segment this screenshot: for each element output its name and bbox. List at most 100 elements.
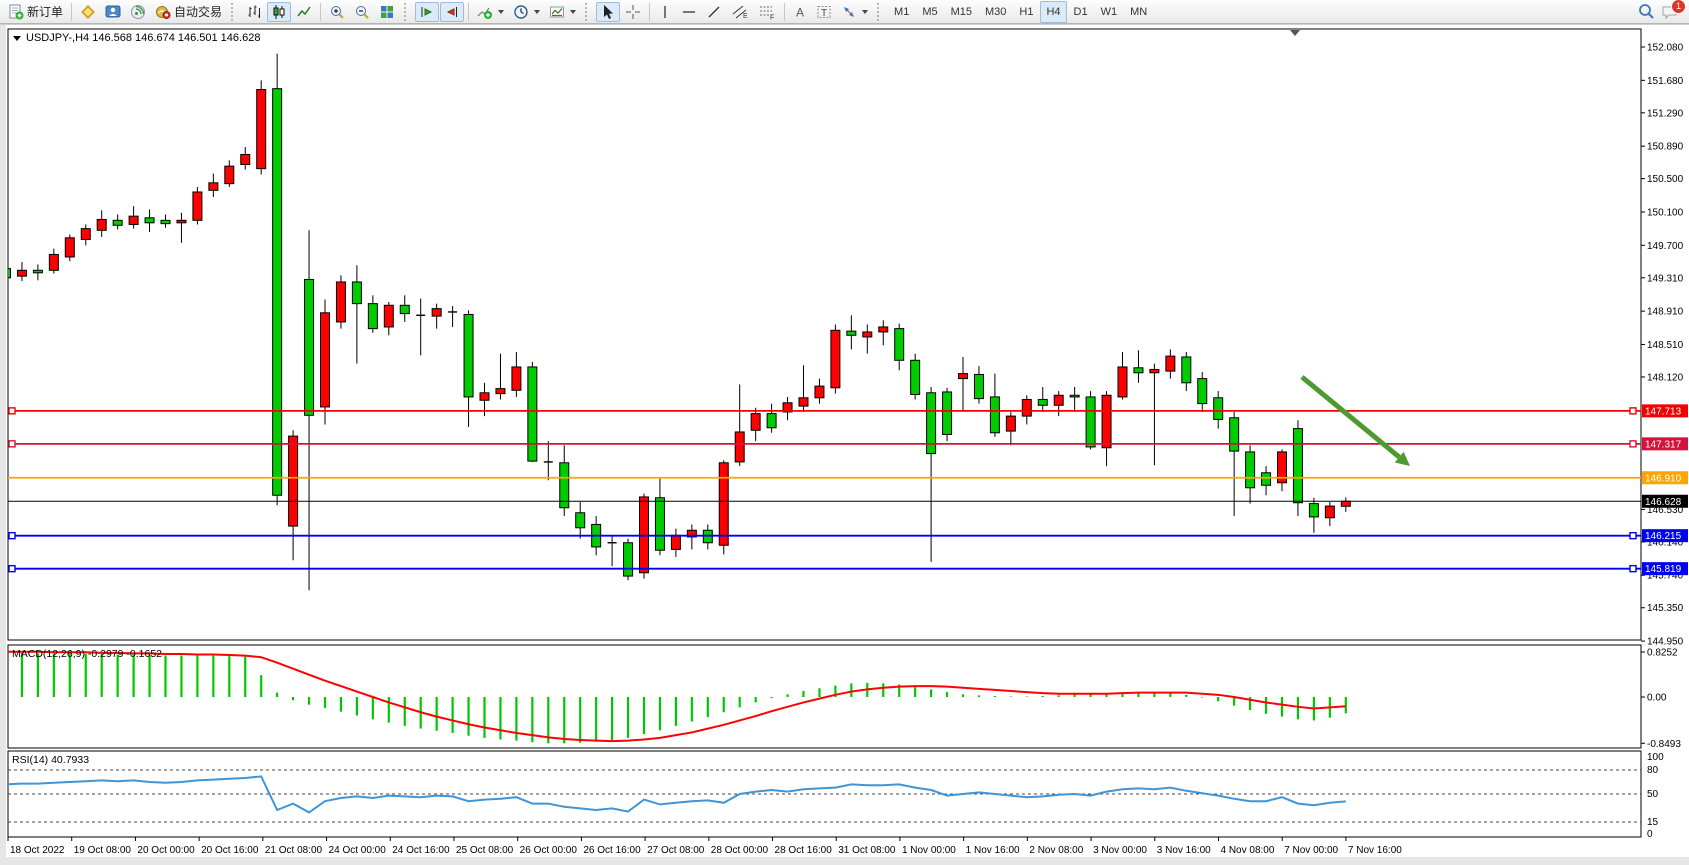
signal-button[interactable]	[126, 2, 150, 22]
time-tick-label: 24 Oct 16:00	[392, 845, 450, 856]
candle-body	[225, 166, 234, 183]
chat-button[interactable]: 1	[1661, 4, 1679, 20]
candle-body	[352, 282, 361, 304]
auto-trading-label: 自动交易	[174, 3, 222, 20]
timeframe-MN[interactable]: MN	[1124, 1, 1153, 23]
toolbar-grip	[585, 3, 591, 21]
text-t-glyph: T	[821, 8, 827, 19]
cursor-icon	[600, 4, 616, 20]
arrows-button[interactable]	[837, 2, 872, 22]
separator	[468, 3, 469, 21]
timeframe-M30[interactable]: M30	[979, 1, 1012, 23]
chart-shift-button[interactable]	[440, 2, 464, 22]
time-tick-label: 25 Oct 08:00	[456, 845, 514, 856]
price-tick-label: 149.310	[1647, 273, 1684, 284]
indicators-button[interactable]	[473, 2, 508, 22]
candle-body	[959, 374, 968, 379]
candle-body	[974, 374, 983, 398]
time-tick-label: 1 Nov 16:00	[966, 845, 1020, 856]
time-tick-label: 24 Oct 00:00	[329, 845, 387, 856]
separator	[320, 3, 321, 21]
candle-body	[576, 513, 585, 528]
timeframe-W1[interactable]: W1	[1095, 1, 1124, 23]
line-handle[interactable]	[9, 566, 15, 572]
search-icon[interactable]	[1638, 3, 1655, 20]
timeframe-H1[interactable]: H1	[1013, 1, 1039, 23]
zoom-out-button[interactable]	[350, 2, 374, 22]
zoom-in-button[interactable]	[325, 2, 349, 22]
text-a-icon: A	[793, 4, 807, 20]
time-tick-label: 26 Oct 16:00	[583, 845, 641, 856]
text-label-icon: T	[816, 4, 832, 20]
line-handle[interactable]	[1630, 533, 1636, 539]
price-badge-label: 145.819	[1645, 564, 1682, 575]
time-tick-label: 21 Oct 08:00	[265, 845, 323, 856]
community-button[interactable]	[101, 2, 125, 22]
candle-body	[464, 314, 473, 396]
time-tick-label: 20 Oct 00:00	[137, 845, 195, 856]
equidistant-channel-button[interactable]: E	[727, 2, 753, 22]
new-order-button[interactable]: 新订单	[4, 2, 67, 22]
bar-chart-button[interactable]	[242, 2, 266, 22]
timeframe-M5[interactable]: M5	[916, 1, 943, 23]
candlestick-chart-button[interactable]	[267, 2, 291, 22]
line-handle[interactable]	[9, 408, 15, 414]
candle-body	[751, 414, 760, 431]
candle-body	[273, 89, 282, 496]
timeframe-D1[interactable]: D1	[1068, 1, 1094, 23]
timeframe-H4[interactable]: H4	[1040, 1, 1066, 23]
line-chart-button[interactable]	[292, 2, 316, 22]
line-handle[interactable]	[1630, 441, 1636, 447]
candle-body	[1150, 369, 1159, 372]
price-tick-label: 150.890	[1647, 142, 1684, 153]
fibonacci-button[interactable]: F	[754, 2, 780, 22]
macd-axis-label: -0.8493	[1647, 739, 1681, 750]
candle-body	[528, 367, 537, 461]
periods-button[interactable]	[509, 2, 544, 22]
text-label-button[interactable]: T	[812, 2, 836, 22]
trendline-button[interactable]	[702, 2, 726, 22]
templates-button[interactable]	[545, 2, 580, 22]
candle-body	[735, 432, 744, 462]
candle-body	[879, 327, 888, 332]
macd-label: MACD(12,26,9) -0.2979 -0.1652	[12, 648, 162, 660]
candle-body	[81, 229, 90, 240]
candle-body	[1230, 418, 1239, 451]
cursor-button[interactable]	[596, 2, 620, 22]
candle-body	[193, 192, 202, 220]
toolbar-grip	[404, 3, 410, 21]
candle-body	[512, 367, 521, 390]
tile-windows-button[interactable]	[375, 2, 399, 22]
tile-windows-icon	[379, 4, 395, 20]
price-tick-label: 149.700	[1647, 241, 1684, 252]
rsi-label: RSI(14) 40.7933	[12, 754, 89, 766]
candle-body	[624, 543, 633, 576]
new-order-icon	[8, 4, 24, 20]
auto-trading-button[interactable]: 自动交易	[151, 2, 226, 22]
vertical-line-button[interactable]	[654, 2, 676, 22]
horizontal-line-button[interactable]	[677, 2, 701, 22]
line-handle[interactable]	[9, 533, 15, 539]
timeframe-M1[interactable]: M1	[888, 1, 915, 23]
candle-body	[161, 220, 170, 223]
template-icon	[549, 4, 565, 20]
candle-body	[177, 220, 186, 222]
crosshair-button[interactable]	[621, 2, 645, 22]
auto-scroll-button[interactable]	[415, 2, 439, 22]
line-handle[interactable]	[1630, 408, 1636, 414]
time-tick-label: 28 Oct 00:00	[711, 845, 769, 856]
candle-body	[719, 463, 728, 545]
macd-axis-label: 0.00	[1647, 693, 1667, 704]
line-handle[interactable]	[9, 441, 15, 447]
text-button[interactable]: A	[789, 2, 811, 22]
fibo-f-glyph: F	[770, 14, 774, 20]
line-handle[interactable]	[1630, 566, 1636, 572]
clock-icon	[513, 4, 529, 20]
price-tick-label: 151.290	[1647, 108, 1684, 119]
market-button[interactable]	[76, 2, 100, 22]
timeframe-M15[interactable]: M15	[945, 1, 978, 23]
candle-body	[1246, 452, 1255, 488]
time-tick-label: 28 Oct 16:00	[775, 845, 833, 856]
arrows-icon	[841, 4, 857, 20]
zoom-in-icon	[329, 4, 345, 20]
